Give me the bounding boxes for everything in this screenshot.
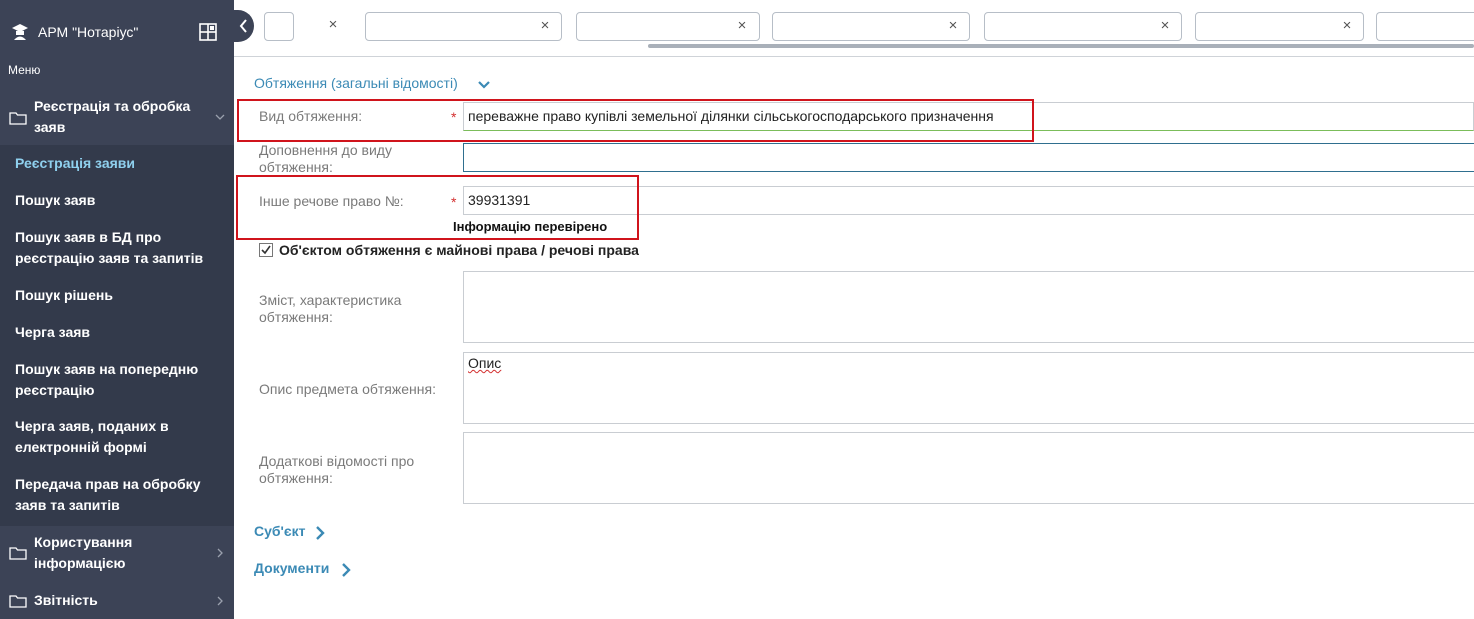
tab-item[interactable]: ×	[984, 12, 1182, 41]
nav-group-reports[interactable]: Звітність	[0, 588, 234, 616]
object-rights-checkbox[interactable]	[259, 243, 273, 257]
sidebar-item-search-db[interactable]: Пошук заяв в БД про реєстрацію заяв та з…	[15, 227, 220, 269]
tab-item[interactable]: ×	[1195, 12, 1364, 41]
chevron-right-icon	[217, 596, 223, 606]
sidebar: АРМ "Нотаріус" Меню Реєстрація та обробк…	[0, 0, 234, 619]
nav-group-label: Користування інформацією	[34, 534, 133, 571]
subject-description-text: Опис	[468, 355, 502, 371]
sidebar-item-electronic-queue[interactable]: Черга заяв, поданих в електронній формі	[15, 416, 190, 458]
sidebar-item-queue[interactable]: Черга заяв	[15, 322, 90, 343]
close-icon[interactable]: ×	[326, 17, 340, 32]
close-icon[interactable]: ×	[538, 18, 552, 33]
nav-group-label: Реєстрація та обробка заяв	[34, 98, 191, 135]
content-textarea[interactable]	[463, 271, 1474, 343]
tab-item[interactable]	[1376, 12, 1474, 41]
chevron-left-icon	[239, 19, 247, 33]
subject-description-label: Опис предмета обтяження:	[259, 381, 436, 397]
notary-logo-icon	[12, 24, 28, 40]
other-right-label: Інше речове право №:	[259, 193, 404, 209]
sidebar-item-search-preliminary[interactable]: Пошук заяв на попередню реєстрацію	[15, 359, 215, 401]
sidebar-item-search-decisions[interactable]: Пошук рішень	[15, 285, 113, 306]
chevron-down-icon	[215, 114, 225, 120]
close-icon[interactable]: ×	[1158, 18, 1172, 33]
section-subject[interactable]: Суб'єкт	[254, 523, 305, 539]
sidebar-item-search-applications[interactable]: Пошук заяв	[15, 190, 95, 211]
verified-status: Інформацію перевірено	[453, 219, 608, 234]
app-title: АРМ "Нотаріус"	[38, 24, 139, 40]
sidebar-item-transfer-rights[interactable]: Передача прав на обробку заяв та запитів	[15, 474, 215, 516]
type-addition-label: Доповнення до виду обтяження:	[259, 142, 392, 175]
tabs-scrollbar[interactable]	[648, 44, 1474, 48]
chevron-right-icon[interactable]	[313, 525, 327, 541]
chevron-down-icon[interactable]	[477, 78, 491, 92]
additional-info-textarea[interactable]	[463, 432, 1474, 504]
chevron-right-icon[interactable]	[339, 562, 353, 578]
subject-description-textarea[interactable]: Опис	[463, 352, 1474, 424]
required-marker: *	[451, 109, 457, 125]
layout-grid-icon[interactable]	[199, 23, 217, 41]
chevron-right-icon	[217, 548, 223, 558]
nav-group-information[interactable]: Користування інформацією	[0, 531, 234, 583]
other-right-number-field[interactable]: 39931391	[463, 186, 1474, 215]
required-marker: *	[451, 194, 457, 210]
sidebar-item-register-application[interactable]: Реєстрація заяви	[15, 153, 135, 174]
type-addition-field[interactable]	[463, 143, 1474, 172]
content-label: Зміст, характеристика обтяження:	[259, 292, 402, 325]
nav-group-registration[interactable]: Реєстрація та обробка заяв	[0, 93, 234, 145]
section-general-info[interactable]: Обтяження (загальні відомості)	[254, 75, 458, 91]
tab-item[interactable]: ×	[576, 12, 760, 41]
subnav-registration: Реєстрація заяви Пошук заяв Пошук заяв в…	[0, 145, 234, 526]
tab-item[interactable]: ×	[772, 12, 970, 41]
section-documents[interactable]: Документи	[254, 560, 329, 576]
folder-icon	[9, 112, 27, 125]
encumbrance-type-label: Вид обтяження:	[259, 108, 363, 124]
additional-info-label: Додаткові відомості про обтяження:	[259, 453, 415, 486]
close-icon[interactable]: ×	[946, 18, 960, 33]
object-rights-checkbox-label[interactable]: Об'єктом обтяження є майнові права / реч…	[279, 242, 639, 258]
nav-group-label: Звітність	[34, 592, 98, 608]
close-icon[interactable]: ×	[1340, 18, 1354, 33]
close-icon[interactable]: ×	[735, 18, 749, 33]
tab-item[interactable]: ×	[365, 12, 562, 41]
brand-header: АРМ "Нотаріус"	[0, 0, 234, 60]
tab-item[interactable]	[264, 12, 294, 41]
tab-strip: × × × × × ×	[234, 0, 1474, 57]
menu-caption: Меню	[8, 63, 41, 77]
folder-icon	[9, 595, 27, 608]
encumbrance-type-field[interactable]: переважне право купівлі земельної ділянк…	[463, 102, 1474, 131]
folder-icon	[9, 547, 27, 560]
